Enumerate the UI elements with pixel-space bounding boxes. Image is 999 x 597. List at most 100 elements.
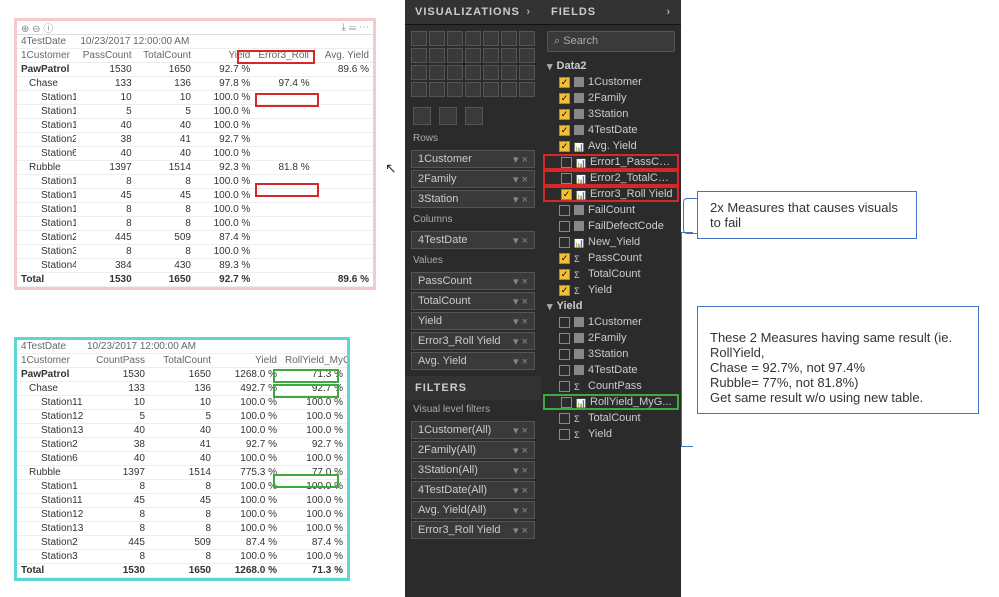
remove-icon[interactable]: ▾ × [513,504,528,517]
field-item[interactable]: 1Customer [543,314,679,330]
value-well[interactable]: TotalCount▾ × [411,292,535,310]
viz-type-icon[interactable] [429,82,445,97]
chevron-right-icon[interactable]: › [526,6,531,18]
column-well[interactable]: 4TestDate▾ × [411,231,535,249]
value-well[interactable]: Avg. Yield▾ × [411,352,535,370]
filter-well[interactable]: 4TestDate(All)▾ × [411,481,535,499]
field-checkbox[interactable] [559,413,570,424]
visualizations-header[interactable]: VISUALIZATIONS › [405,0,541,25]
field-item[interactable]: Error1_PassCo... [543,154,679,170]
viz-type-icon[interactable] [429,31,445,46]
table-node[interactable]: Data2 [543,58,679,74]
field-checkbox[interactable]: ✓ [559,109,570,120]
viz-type-icon[interactable] [411,82,427,97]
field-checkbox[interactable]: ✓ [561,189,572,200]
filter-well[interactable]: 2Family(All)▾ × [411,441,535,459]
field-checkbox[interactable] [559,221,570,232]
field-checkbox[interactable] [559,349,570,360]
viz-type-icon[interactable] [465,48,481,63]
field-checkbox[interactable] [559,237,570,248]
viz-type-icon[interactable] [501,82,517,97]
field-checkbox[interactable] [559,429,570,440]
field-checkbox[interactable] [559,365,570,376]
field-item[interactable]: FailCount [543,202,679,218]
remove-icon[interactable]: ▾ × [513,355,528,368]
field-item[interactable]: 2Family [543,330,679,346]
remove-icon[interactable]: ▾ × [513,464,528,477]
format-tabs[interactable] [405,103,541,129]
field-checkbox[interactable] [559,333,570,344]
field-item[interactable]: ✓TotalCount [543,266,679,282]
field-item[interactable]: New_Yield [543,234,679,250]
viz-type-icon[interactable] [483,48,499,63]
field-item[interactable]: ✓1Customer [543,74,679,90]
viz-type-icon[interactable] [483,31,499,46]
field-item[interactable]: ✓Avg. Yield [543,138,679,154]
field-item[interactable]: TotalCount [543,410,679,426]
drill-icons[interactable]: ⊕ ⊖ ⓘ [21,20,53,35]
field-item[interactable]: Error2_TotalCo... [543,170,679,186]
remove-icon[interactable]: ▾ × [513,444,528,457]
field-checkbox[interactable]: ✓ [559,77,570,88]
matrix-visual-top[interactable]: ⊕ ⊖ ⓘ ⤓ ☰ ⋯ 4TestDate 10/23/2017 12:00:0… [14,18,376,290]
matrix-visual-bottom[interactable]: 4TestDate 10/23/2017 12:00:00 AM 1Custom… [14,337,350,581]
analytics-tab-icon[interactable] [465,107,483,125]
viz-type-icon[interactable] [429,48,445,63]
filter-well[interactable]: 1Customer(All)▾ × [411,421,535,439]
visual-options[interactable]: ⤓ ☰ ⋯ [342,22,369,33]
field-checkbox[interactable] [561,397,572,408]
row-well[interactable]: 3Station▾ × [411,190,535,208]
viz-type-icon[interactable] [519,48,535,63]
field-checkbox[interactable]: ✓ [559,93,570,104]
format-tab-icon[interactable] [439,107,457,125]
fields-tree[interactable]: Data2✓1Customer✓2Family✓3Station✓4TestDa… [541,58,681,442]
field-item[interactable]: 4TestDate [543,362,679,378]
viz-type-icon[interactable] [501,48,517,63]
remove-icon[interactable]: ▾ × [513,315,528,328]
remove-icon[interactable]: ▾ × [513,173,528,186]
remove-icon[interactable]: ▾ × [513,524,528,537]
field-checkbox[interactable] [559,317,570,328]
viz-type-icon[interactable] [447,65,463,80]
viz-type-icon[interactable] [465,82,481,97]
row-well[interactable]: 1Customer▾ × [411,150,535,168]
viz-type-icon[interactable] [411,48,427,63]
field-checkbox[interactable]: ✓ [559,141,570,152]
field-checkbox[interactable]: ✓ [559,285,570,296]
viz-type-icon[interactable] [465,65,481,80]
remove-icon[interactable]: ▾ × [513,424,528,437]
viz-type-icon[interactable] [519,82,535,97]
remove-icon[interactable]: ▾ × [513,234,528,247]
field-item[interactable]: CountPass [543,378,679,394]
viz-type-icon[interactable] [429,65,445,80]
field-item[interactable]: 3Station [543,346,679,362]
filter-well[interactable]: 3Station(All)▾ × [411,461,535,479]
chevron-right-icon[interactable]: › [666,6,671,18]
fields-search-input[interactable]: ⌕ Search [547,31,675,52]
viz-type-icon[interactable] [483,65,499,80]
visual-type-gallery[interactable] [405,25,541,103]
remove-icon[interactable]: ▾ × [513,153,528,166]
field-item[interactable]: ✓3Station [543,106,679,122]
viz-type-icon[interactable] [519,31,535,46]
viz-type-icon[interactable] [411,31,427,46]
field-item[interactable]: RollYield_MyG... [543,394,679,410]
field-checkbox[interactable]: ✓ [559,269,570,280]
field-item[interactable]: Yield [543,426,679,442]
field-checkbox[interactable]: ✓ [559,253,570,264]
viz-type-icon[interactable] [411,65,427,80]
table-node[interactable]: Yield [543,298,679,314]
field-checkbox[interactable] [559,381,570,392]
field-item[interactable]: ✓Yield [543,282,679,298]
viz-type-icon[interactable] [447,31,463,46]
value-well[interactable]: PassCount▾ × [411,272,535,290]
field-item[interactable]: ✓2Family [543,90,679,106]
field-checkbox[interactable] [561,173,572,184]
field-checkbox[interactable] [561,157,572,168]
viz-type-icon[interactable] [447,82,463,97]
fields-header[interactable]: FIELDS › [541,0,681,25]
remove-icon[interactable]: ▾ × [513,335,528,348]
remove-icon[interactable]: ▾ × [513,295,528,308]
viz-type-icon[interactable] [483,82,499,97]
field-item[interactable]: ✓Error3_Roll Yield [543,186,679,202]
